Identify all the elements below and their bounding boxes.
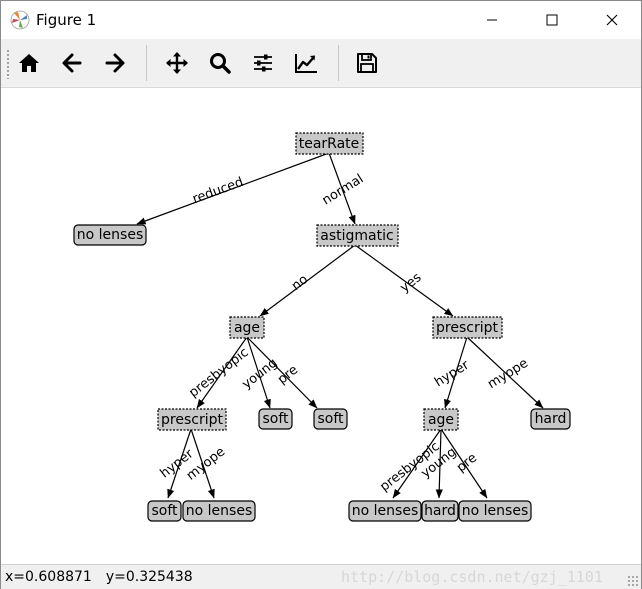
zoom-button[interactable] xyxy=(203,45,237,81)
watermark-text: http://blog.csdn.net/gzj_1101 xyxy=(341,568,603,586)
leaf-node[interactable]: soft xyxy=(258,408,293,430)
back-arrow-icon xyxy=(62,53,82,73)
forward-button[interactable] xyxy=(98,45,132,81)
figure-window: Figure 1 reduced normal no yes presbyopi… xyxy=(0,0,642,589)
minimize-button[interactable] xyxy=(469,1,515,39)
leaf-node[interactable]: no lenses xyxy=(348,500,422,522)
leaf-node-label: soft xyxy=(262,411,289,427)
home-icon xyxy=(19,54,39,72)
decision-node-label: age xyxy=(234,320,260,336)
leaf-node-label: no lenses xyxy=(77,227,143,243)
decision-node[interactable]: prescript xyxy=(432,316,503,339)
leaf-node[interactable]: hard xyxy=(421,500,459,522)
leaf-node[interactable]: hard xyxy=(530,408,571,430)
minimize-icon xyxy=(487,19,497,21)
edit-axis-button[interactable] xyxy=(289,45,323,81)
leaf-node[interactable]: no lenses xyxy=(458,500,532,522)
decision-node-label: age xyxy=(428,412,454,428)
edge-label: normal xyxy=(320,172,367,209)
resize-grip[interactable] xyxy=(627,575,639,587)
decision-node[interactable]: age xyxy=(423,408,459,431)
leaf-node[interactable]: no lenses xyxy=(73,224,147,246)
decision-node[interactable]: astigmatic xyxy=(316,224,399,247)
figure-canvas[interactable]: reduced normal no yes presbyopic young p… xyxy=(1,88,641,563)
cursor-coordinates: x=0.608871 y=0.325438 xyxy=(5,569,193,585)
decision-node-label: astigmatic xyxy=(320,228,393,244)
toolbar-separator xyxy=(146,45,147,81)
maximize-icon xyxy=(546,14,558,26)
window-title: Figure 1 xyxy=(36,11,97,29)
edge-label: myope xyxy=(184,444,228,483)
save-button[interactable] xyxy=(350,45,384,81)
leaf-node[interactable]: soft xyxy=(147,500,182,522)
leaf-node-label: hard xyxy=(535,411,567,427)
decision-tree-plot[interactable]: reduced normal no yes presbyopic young p… xyxy=(1,88,641,563)
decision-node[interactable]: prescript xyxy=(157,408,227,431)
close-button[interactable] xyxy=(589,1,635,39)
title-bar[interactable]: Figure 1 xyxy=(1,1,641,39)
home-button[interactable] xyxy=(12,45,46,81)
matplotlib-logo-icon xyxy=(10,10,30,30)
close-icon xyxy=(606,14,618,26)
pan-icon xyxy=(166,52,188,74)
edge-label: reduced xyxy=(191,175,246,207)
save-icon xyxy=(357,53,377,73)
navigation-toolbar xyxy=(1,39,641,88)
leaf-node-label: no lenses xyxy=(186,503,252,519)
decision-node[interactable]: age xyxy=(229,316,265,339)
leaf-node[interactable]: no lenses xyxy=(182,500,256,522)
decision-node-label: prescript xyxy=(161,412,223,428)
edit-axis-icon xyxy=(295,54,317,73)
cursor-y-readout: y=0.325438 xyxy=(105,569,193,585)
zoom-icon xyxy=(210,53,231,74)
edge-label: presbyopic xyxy=(186,345,251,401)
edge-label: myope xyxy=(485,356,531,392)
status-bar: x=0.608871 y=0.325438 http://blog.csdn.ne… xyxy=(1,564,641,589)
leaf-node-label: soft xyxy=(151,503,178,519)
maximize-button[interactable] xyxy=(529,1,575,39)
cursor-x-readout: x=0.608871 xyxy=(5,569,92,585)
leaf-node[interactable]: soft xyxy=(313,408,348,430)
edge-label: no xyxy=(289,272,311,294)
forward-arrow-icon xyxy=(105,53,125,73)
decision-node-label: prescript xyxy=(436,320,498,336)
back-button[interactable] xyxy=(55,45,89,81)
subplots-icon xyxy=(254,54,272,72)
toolbar-separator xyxy=(338,45,339,81)
decision-node-label: tearRate xyxy=(299,136,360,152)
subplots-button[interactable] xyxy=(246,45,280,81)
leaf-node-label: soft xyxy=(317,411,344,427)
decision-node[interactable]: tearRate xyxy=(295,132,364,155)
leaf-node-label: no lenses xyxy=(352,503,418,519)
toolbar-grip[interactable] xyxy=(6,49,10,79)
pan-button[interactable] xyxy=(160,45,194,81)
leaf-node-label: no lenses xyxy=(462,503,528,519)
leaf-node-label: hard xyxy=(424,503,456,519)
